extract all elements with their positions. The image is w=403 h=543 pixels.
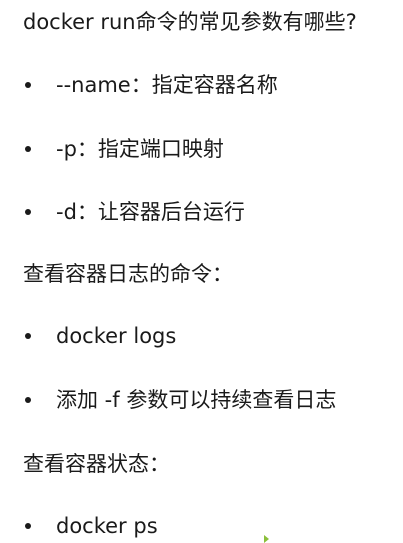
list-item-docker-logs: docker logs [23,322,176,350]
bullet-icon [25,397,31,403]
heading-docker-run-params: docker run命令的常见参数有哪些? [23,10,357,34]
list-item-text: --name：指定容器名称 [56,73,278,97]
bullet-icon [25,333,31,339]
list-item-text: -p：指定端口映射 [56,137,224,161]
heading-view-logs: 查看容器日志的命令： [23,262,233,286]
list-item-port-param: -p：指定端口映射 [23,135,224,163]
list-item-text: 添加 -f 参数可以持续查看日志 [56,388,337,412]
list-item-detach-param: -d：让容器后台运行 [23,198,245,226]
bullet-icon [25,523,31,529]
list-item-text: docker logs [56,324,177,348]
bullet-icon [25,209,31,215]
list-item-name-param: --name：指定容器名称 [23,71,278,99]
list-item-text: docker ps [56,514,158,538]
bullet-icon [25,82,31,88]
list-item-docker-ps: docker ps [23,512,158,540]
cursor-pointer-icon [264,535,269,543]
bullet-icon [25,146,31,152]
list-item-follow-logs: 添加 -f 参数可以持续查看日志 [23,386,336,414]
heading-view-status: 查看容器状态： [23,452,170,476]
list-item-text: -d：让容器后台运行 [56,200,245,224]
